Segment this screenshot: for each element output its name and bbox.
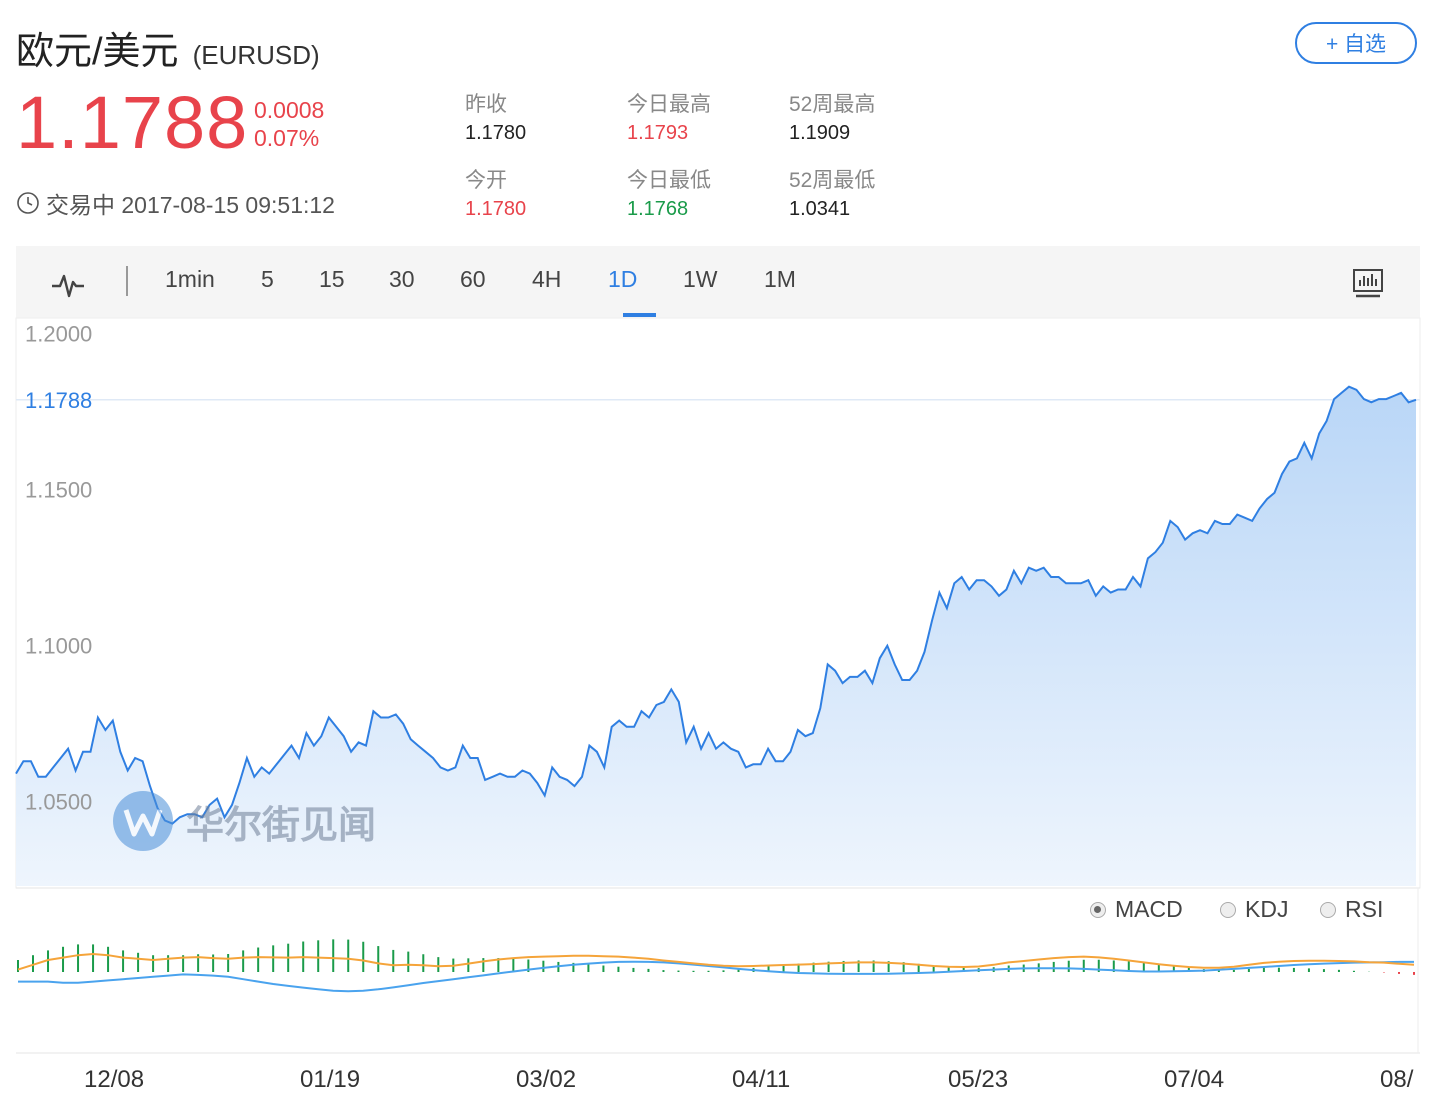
x-tick-label: 01/19 <box>300 1066 361 1093</box>
indicator-label: MACD <box>1115 896 1183 922</box>
x-tick-label: 03/02 <box>516 1066 577 1093</box>
indicator-macd[interactable]: MACD <box>1090 896 1183 923</box>
watermark-logo-icon <box>113 791 173 851</box>
watermark: 华尔街见闻 <box>112 790 376 852</box>
price-chart[interactable]: 1.2000 1.1788 1.1500 1.1000 1.0500 <box>0 0 1452 1106</box>
x-tick-label: 12/08 <box>84 1066 145 1093</box>
radio-selected-icon <box>1090 901 1106 918</box>
y-tick-label: 1.1788 <box>25 388 92 413</box>
radio-icon <box>1320 901 1336 918</box>
x-tick-label: 08/ <box>1380 1066 1414 1093</box>
indicator-rsi[interactable]: RSI <box>1320 896 1383 923</box>
y-tick-label: 1.1500 <box>25 478 92 503</box>
x-tick-label: 07/04 <box>1164 1066 1225 1093</box>
indicator-kdj[interactable]: KDJ <box>1220 896 1288 923</box>
indicator-label: KDJ <box>1245 896 1289 922</box>
y-tick-label: 1.2000 <box>25 322 92 347</box>
x-tick-label: 04/11 <box>732 1066 791 1093</box>
y-tick-label: 1.0500 <box>25 790 92 815</box>
watermark-text: 华尔街见闻 <box>186 801 377 847</box>
x-tick-label: 05/23 <box>948 1066 1009 1093</box>
radio-icon <box>1220 901 1236 918</box>
y-tick-label: 1.1000 <box>25 634 92 659</box>
indicator-label: RSI <box>1345 896 1384 922</box>
